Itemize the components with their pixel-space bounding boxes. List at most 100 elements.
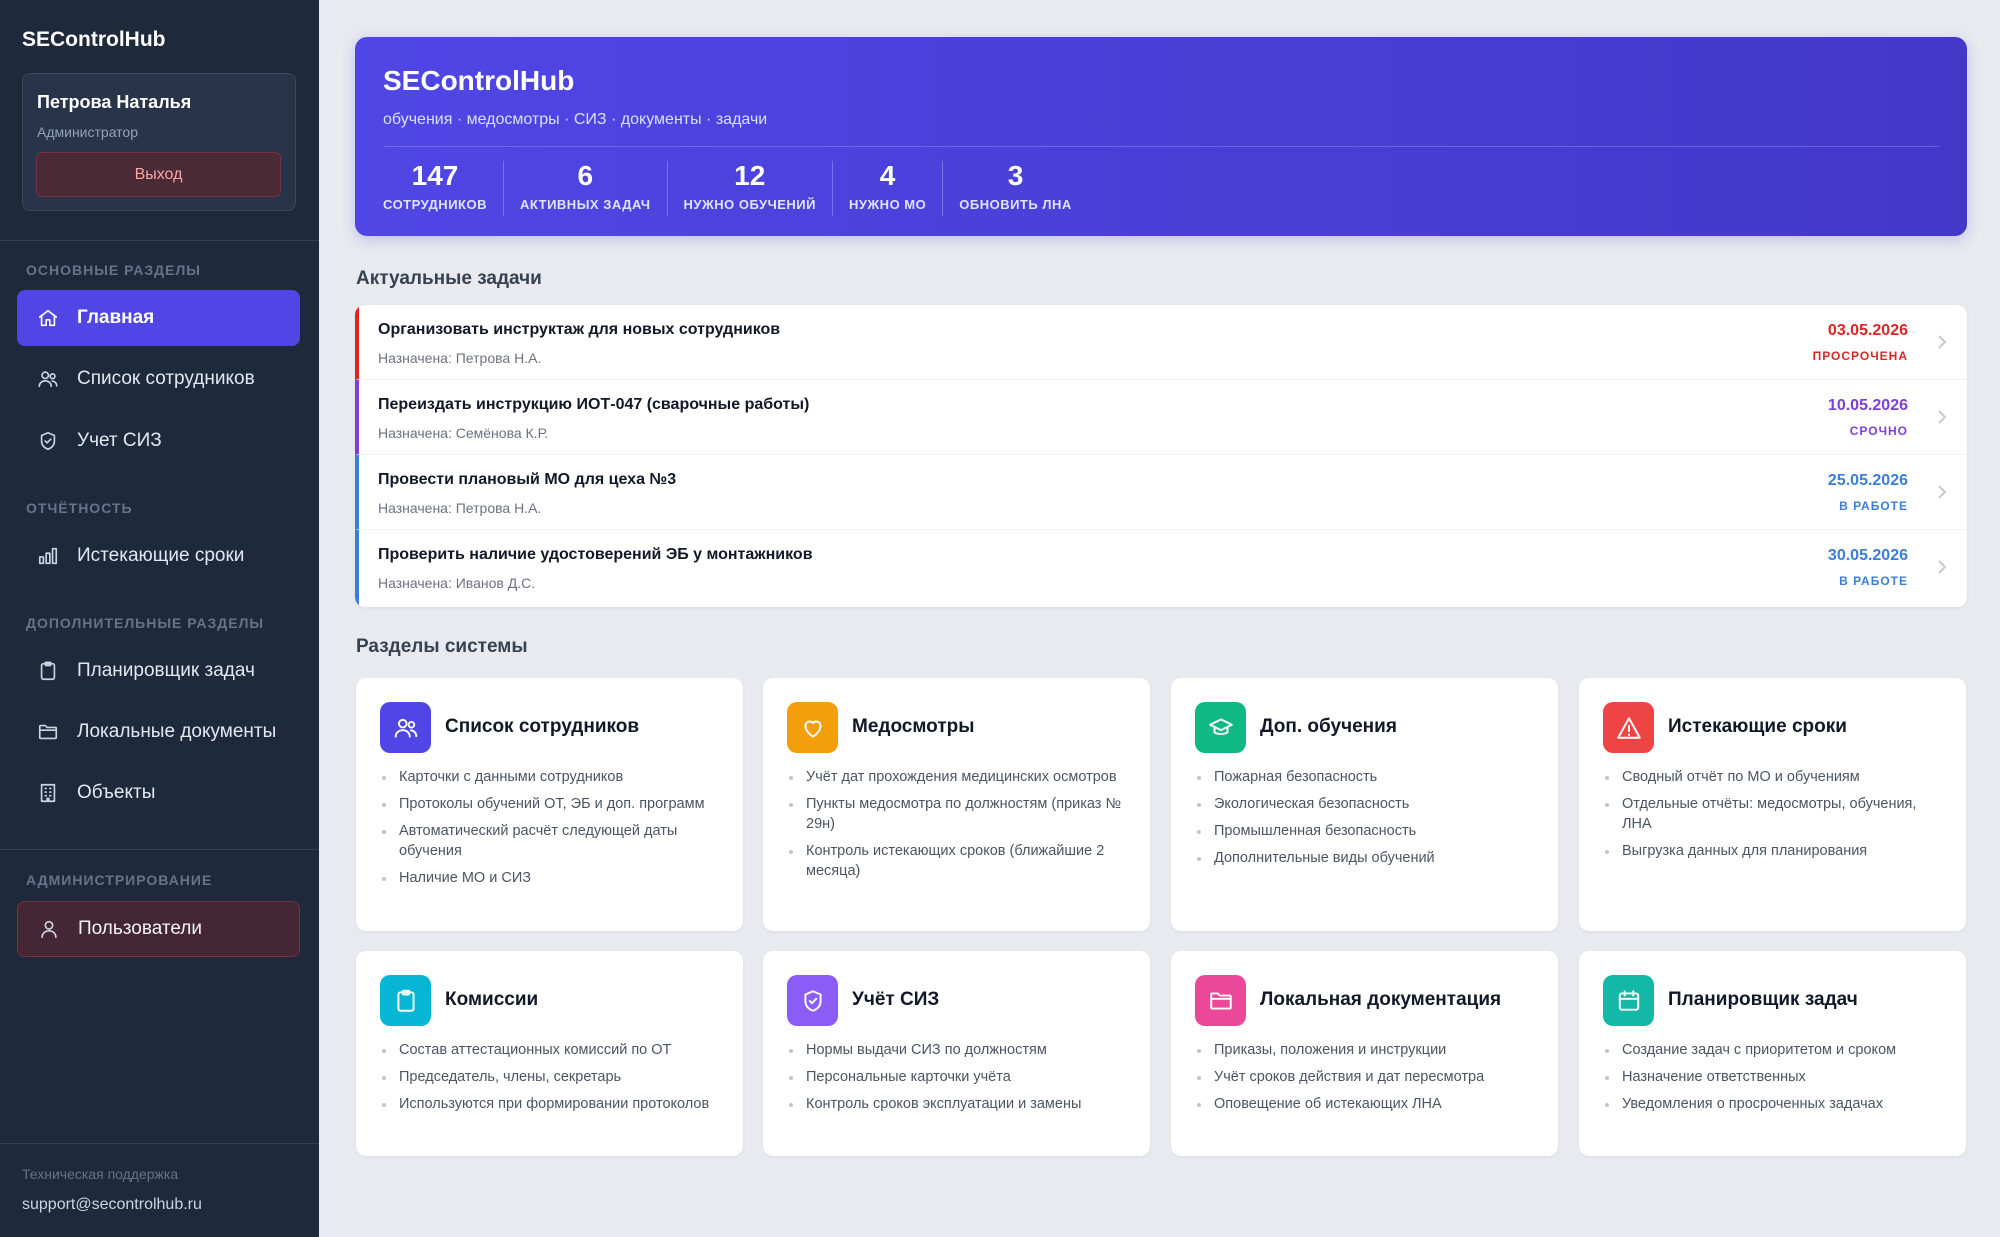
list-item: Протоколы обучений ОТ, ЭБ и доп. програм… (380, 794, 725, 814)
module-card-trainings[interactable]: Доп. обучения Пожарная безопасность Экол… (1171, 678, 1558, 931)
sidebar-item-users[interactable]: Пользователи (17, 901, 300, 957)
card-feature-list: Пожарная безопасность Экологическая безо… (1195, 767, 1540, 875)
task-row[interactable]: Организовать инструктаж для новых сотруд… (355, 305, 1967, 380)
shield-check-icon (787, 975, 838, 1026)
chevron-right-icon (1935, 408, 1949, 426)
stat-value: 6 (577, 160, 594, 191)
logout-button[interactable]: Выход (36, 152, 281, 197)
sidebar-divider (0, 849, 319, 850)
task-status-badge: СРОЧНО (1849, 424, 1908, 438)
list-item: Дополнительные виды обучений (1195, 848, 1540, 868)
module-card-planner[interactable]: Планировщик задач Создание задач с приор… (1579, 951, 1966, 1156)
list-item: Экологическая безопасность (1195, 794, 1540, 814)
user-role: Администратор (37, 124, 139, 140)
hero-title: SEControlHub (383, 65, 575, 96)
shield-icon (36, 429, 60, 453)
sidebar-item-employees[interactable]: Список сотрудников (17, 351, 300, 407)
hero-divider (383, 146, 1939, 147)
list-item: Карточки с данными сотрудников (380, 767, 725, 787)
task-due-date: 10.05.2026 (1827, 397, 1908, 414)
module-card-employees[interactable]: Список сотрудников Карточки с данными со… (356, 678, 743, 931)
chevron-right-icon (1935, 483, 1949, 501)
hero-banner: SEControlHub обучения · медосмотры · СИЗ… (355, 37, 1967, 236)
task-assignee: Назначена: Иванов Д.С. (378, 575, 536, 591)
list-item: Отдельные отчёты: медосмотры, обучения, … (1603, 794, 1948, 834)
sidebar-item-label: Учет СИЗ (77, 430, 162, 451)
chevron-right-icon (1935, 558, 1949, 576)
stat-label: НУЖНО ОБУЧЕНИЙ (683, 197, 816, 212)
card-feature-list: Нормы выдачи СИЗ по должностям Персональ… (787, 1040, 1132, 1121)
section-label-extra: ДОПОЛНИТЕЛЬНЫЕ РАЗДЕЛЫ (26, 615, 265, 631)
task-title: Переиздать инструкцию ИОТ-047 (сварочные… (378, 396, 810, 413)
sidebar-item-label: Объекты (77, 782, 156, 803)
sidebar-item-planner[interactable]: Планировщик задач (17, 643, 300, 699)
users-icon (380, 702, 431, 753)
task-status-badge: В РАБОТЕ (1839, 574, 1908, 588)
task-title: Организовать инструктаж для новых сотруд… (378, 321, 781, 338)
sidebar-item-home[interactable]: Главная (17, 290, 300, 346)
module-card-expiring[interactable]: Истекающие сроки Сводный отчёт по МО и о… (1579, 678, 1966, 931)
sidebar-item-label: Планировщик задач (77, 660, 255, 681)
sidebar-item-label: Пользователи (78, 918, 203, 939)
list-item: Председатель, члены, секретарь (380, 1067, 725, 1087)
list-item: Пункты медосмотра по должностям (приказ … (787, 794, 1132, 834)
sidebar: SEControlHub Петрова Наталья Администрат… (0, 0, 319, 1237)
stat-value: 147 (411, 160, 459, 191)
task-due-date: 03.05.2026 (1827, 322, 1908, 339)
card-title: Планировщик задач (1668, 989, 1858, 1010)
graduation-cap-icon (1195, 702, 1246, 753)
stat-label: СОТРУДНИКОВ (383, 197, 487, 212)
task-status-badge: В РАБОТЕ (1839, 499, 1908, 513)
stat-label: ОБНОВИТЬ ЛНА (959, 197, 1072, 212)
sidebar-item-expiring[interactable]: Истекающие сроки (17, 528, 300, 584)
support-label: Техническая поддержка (22, 1166, 179, 1182)
list-item: Состав аттестационных комиссий по ОТ (380, 1040, 725, 1060)
warning-icon (1603, 702, 1654, 753)
module-card-medical[interactable]: Медосмотры Учёт дат прохождения медицинс… (763, 678, 1150, 931)
sidebar-item-local-docs[interactable]: Локальные документы (17, 704, 300, 760)
heart-icon (787, 702, 838, 753)
module-card-ppe[interactable]: Учёт СИЗ Нормы выдачи СИЗ по должностям … (763, 951, 1150, 1156)
sidebar-divider (0, 1143, 319, 1144)
card-title: Учёт СИЗ (852, 989, 940, 1010)
sidebar-divider (0, 240, 319, 241)
modules-section-title: Разделы системы (356, 636, 528, 657)
list-item: Промышленная безопасность (1195, 821, 1540, 841)
stat-label: НУЖНО МО (848, 197, 927, 212)
list-item: Автоматический расчёт следующей даты обу… (380, 821, 725, 861)
stats-row: 147 СОТРУДНИКОВ 6 АКТИВНЫХ ЗАДАЧ 12 НУЖН… (383, 161, 1088, 216)
module-card-commissions[interactable]: Комиссии Состав аттестационных комиссий … (356, 951, 743, 1156)
task-status-badge: ПРОСРОЧЕНА (1812, 349, 1908, 363)
task-row[interactable]: Переиздать инструкцию ИОТ-047 (сварочные… (355, 380, 1967, 455)
list-item: Персональные карточки учёта (787, 1067, 1132, 1087)
card-title: Медосмотры (852, 716, 975, 737)
module-card-local-docs[interactable]: Локальная документация Приказы, положени… (1171, 951, 1558, 1156)
sidebar-item-ppe[interactable]: Учет СИЗ (17, 413, 300, 469)
support-email-link[interactable]: support@secontrolhub.ru (22, 1196, 202, 1214)
user-name: Петрова Наталья (37, 92, 192, 112)
list-item: Уведомления о просроченных задачах (1603, 1094, 1948, 1114)
user-icon (37, 917, 61, 941)
card-title: Список сотрудников (445, 716, 640, 737)
card-feature-list: Учёт дат прохождения медицинских осмотро… (787, 767, 1132, 888)
card-feature-list: Создание задач с приоритетом и сроком На… (1603, 1040, 1948, 1121)
stat-value: 12 (734, 160, 766, 191)
home-icon (36, 306, 60, 330)
section-label-reports: ОТЧЁТНОСТЬ (26, 500, 133, 516)
tasks-section-title: Актуальные задачи (356, 268, 542, 289)
task-title: Провести плановый МО для цеха №3 (378, 471, 677, 488)
card-feature-list: Приказы, положения и инструкции Учёт сро… (1195, 1040, 1540, 1121)
list-item: Учёт сроков действия и дат пересмотра (1195, 1067, 1540, 1087)
task-due-date: 25.05.2026 (1827, 472, 1908, 489)
task-row[interactable]: Проверить наличие удостоверений ЭБ у мон… (355, 530, 1967, 605)
sidebar-item-objects[interactable]: Объекты (17, 765, 300, 821)
stat-label: АКТИВНЫХ ЗАДАЧ (519, 197, 651, 212)
list-item: Нормы выдачи СИЗ по должностям (787, 1040, 1132, 1060)
task-title: Проверить наличие удостоверений ЭБ у мон… (378, 546, 813, 563)
stat-update-lna: 3 ОБНОВИТЬ ЛНА (942, 161, 1087, 216)
sidebar-item-label: Главная (77, 307, 155, 328)
task-row[interactable]: Провести плановый МО для цеха №3 Назначе… (355, 455, 1967, 530)
sidebar-item-label: Список сотрудников (77, 368, 255, 389)
card-title: Доп. обучения (1260, 716, 1397, 737)
card-title: Локальная документация (1260, 989, 1502, 1010)
